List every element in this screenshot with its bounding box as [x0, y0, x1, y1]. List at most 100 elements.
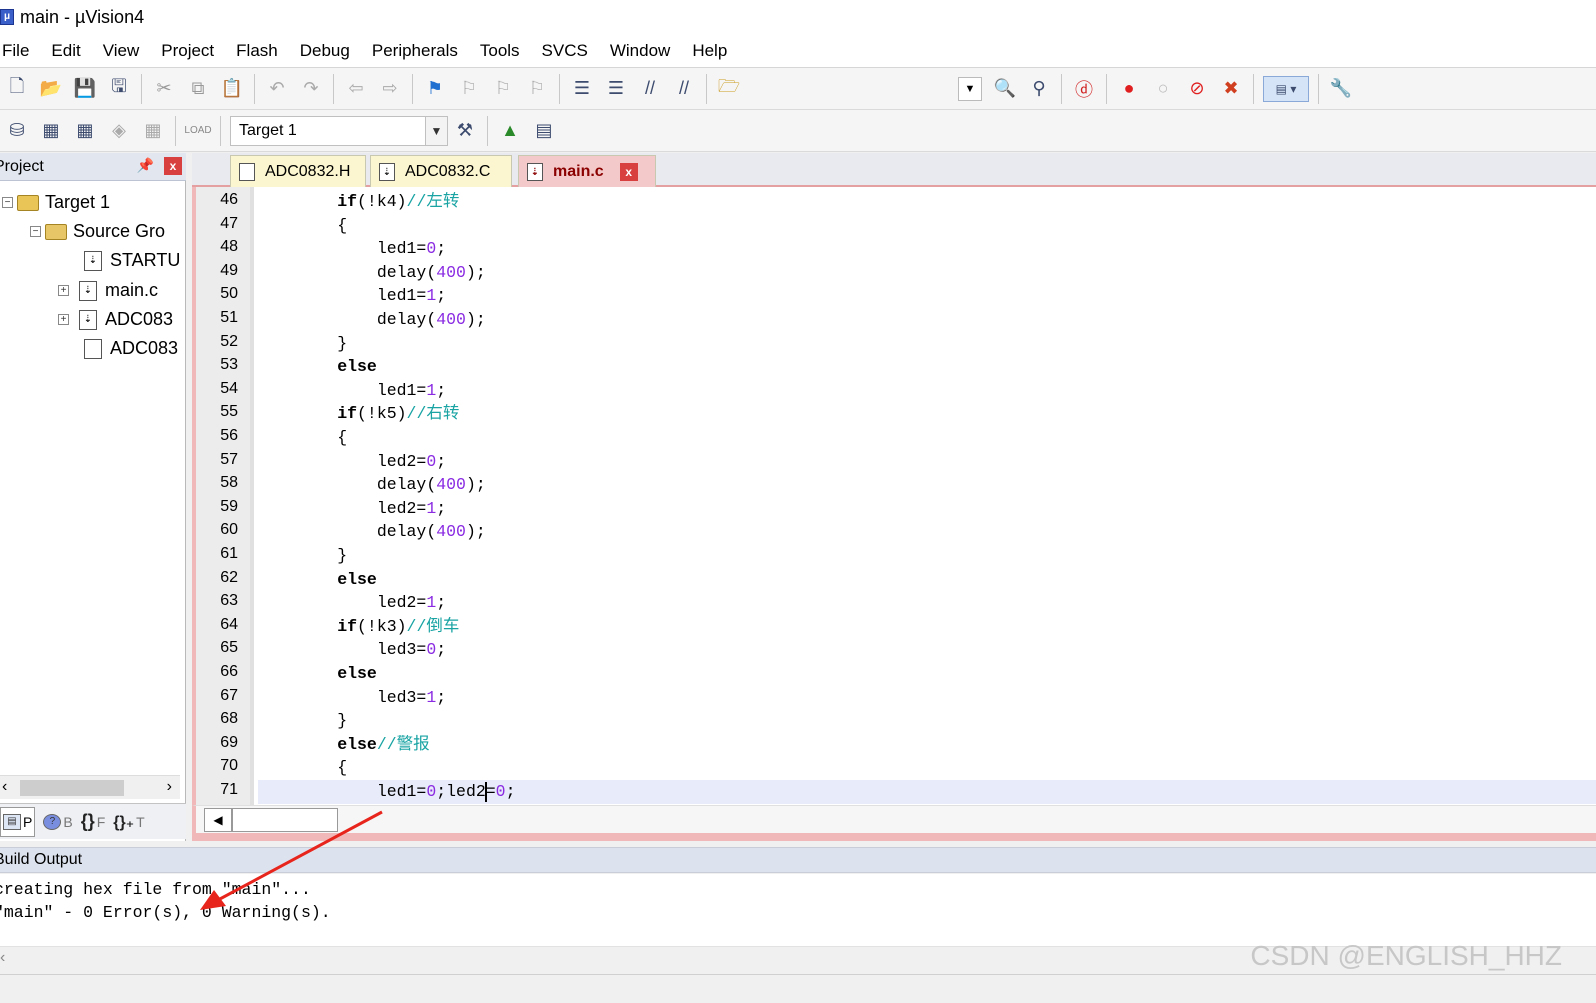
undo-icon[interactable]: ↶ [264, 76, 290, 102]
indent-icon[interactable]: ☰ [569, 76, 595, 102]
scroll-thumb[interactable] [20, 780, 124, 796]
pin-icon[interactable]: 📌 [137, 157, 154, 174]
manage-components-icon[interactable]: ▲ [497, 118, 523, 144]
menu-project[interactable]: Project [161, 41, 214, 61]
tab-books[interactable]: ? B [43, 813, 73, 830]
download-load-icon[interactable]: LOAD [184, 118, 211, 144]
rebuild-icon[interactable]: ▦ [72, 118, 98, 144]
toolbar-separator [175, 115, 176, 146]
toolbar-separator [1318, 73, 1319, 104]
menu-svcs[interactable]: SVCS [542, 41, 588, 61]
build-output-header: Build Output [0, 847, 1596, 873]
tab-adc0832-c[interactable]: ⇣ ADC0832.C [370, 155, 512, 187]
menu-file[interactable]: File [2, 41, 29, 61]
find-combo-dropdown[interactable]: ▼ [958, 76, 982, 101]
toolbar-separator [141, 73, 142, 104]
line-number: 62 [220, 569, 238, 586]
tab-project[interactable]: ▤ P [0, 806, 36, 837]
code-line: if(!k4)//左转 [337, 192, 460, 211]
project-horizontal-scrollbar[interactable]: ‹ › [0, 775, 180, 799]
kill-all-breakpoints-icon[interactable]: ✖ [1218, 76, 1244, 102]
code-editor[interactable]: 46 47 48 49 50 51 52 53 54 55 56 57 58 5… [192, 187, 1596, 805]
scroll-right-icon[interactable]: › [167, 778, 172, 796]
code-line: { [258, 428, 348, 447]
tree-item-adc0832-h[interactable]: ADC083 [84, 334, 178, 363]
tree-item-main-c[interactable]: + ⇣ main.c [58, 276, 158, 305]
tree-item-adc0832-c[interactable]: + ⇣ ADC083 [58, 305, 173, 334]
project-panel-tabs: ▤ P ? B {} F {}₊ T [0, 803, 186, 839]
debug-session-icon[interactable]: ⓓ [1071, 76, 1097, 102]
menu-peripherals[interactable]: Peripherals [372, 41, 458, 61]
build-output-line: creating hex file from "main"... [0, 880, 311, 899]
close-tab-icon[interactable]: x [619, 162, 638, 181]
redo-icon[interactable]: ↷ [298, 76, 324, 102]
menu-debug[interactable]: Debug [300, 41, 350, 61]
copy-icon[interactable]: ⧉ [185, 76, 211, 102]
bookmark-icon[interactable]: ⚑ [422, 76, 448, 102]
save-icon[interactable]: 💾 [72, 76, 98, 102]
code-line: else//警报 [337, 735, 430, 754]
uncomment-icon[interactable]: // [671, 76, 697, 102]
target-select-value: Target 1 [239, 121, 297, 139]
line-number: 54 [220, 380, 238, 397]
open-folder-icon[interactable]: 📂 [38, 76, 64, 102]
select-packs-icon[interactable]: ▤ [531, 118, 557, 144]
unindent-icon[interactable]: ☰ [603, 76, 629, 102]
window-layout-icon[interactable]: ▤ ▾ [1263, 75, 1309, 102]
navigate-back-icon[interactable]: ⇦ [343, 76, 369, 102]
line-number: 66 [220, 663, 238, 680]
code-line: } [258, 546, 348, 565]
tree-item-startup[interactable]: ⇣ STARTU [84, 246, 180, 275]
menu-view[interactable]: View [103, 41, 140, 61]
batch-build-icon[interactable]: ◈ [106, 118, 132, 144]
next-bookmark-icon[interactable]: ⚐ [490, 76, 516, 102]
expand-icon[interactable]: + [58, 314, 69, 325]
menu-tools[interactable]: Tools [480, 41, 520, 61]
menu-flash[interactable]: Flash [236, 41, 278, 61]
scroll-track[interactable] [232, 808, 338, 832]
comment-icon[interactable]: // [637, 76, 663, 102]
expand-icon[interactable]: + [58, 285, 69, 296]
line-number: 48 [220, 238, 238, 255]
scroll-left-icon[interactable]: ‹ [0, 949, 5, 967]
insert-breakpoint-icon[interactable]: ● [1116, 76, 1142, 102]
collapse-icon[interactable]: − [30, 226, 41, 237]
tab-adc0832-h[interactable]: ADC0832.H [230, 155, 366, 187]
line-number: 64 [220, 616, 238, 633]
find-icon[interactable]: 🔍 [992, 76, 1018, 102]
chevron-down-icon[interactable]: ▼ [425, 116, 447, 145]
prev-bookmark-icon[interactable]: ⚐ [456, 76, 482, 102]
save-all-icon[interactable]: 🖫 [106, 76, 132, 102]
new-file-icon[interactable]: 🗋 [4, 76, 30, 102]
tab-templates[interactable]: {}₊ T [113, 812, 144, 832]
target-select[interactable]: Target 1 ▼ [230, 115, 448, 146]
translate-icon[interactable]: ⛁ [4, 118, 30, 144]
configure-wrench-icon[interactable]: 🔧 [1328, 76, 1354, 102]
clear-bookmarks-icon[interactable]: ⚐ [524, 76, 550, 102]
scroll-left-icon[interactable]: ‹ [2, 778, 7, 796]
toolbar-separator [1061, 73, 1062, 104]
menu-window[interactable]: Window [610, 41, 670, 61]
disable-all-breakpoints-icon[interactable]: ⊘ [1184, 76, 1210, 102]
tree-item-target[interactable]: − Target 1 [2, 188, 110, 217]
menu-help[interactable]: Help [692, 41, 727, 61]
tab-functions[interactable]: {} F [81, 811, 106, 832]
cut-icon[interactable]: ✂ [151, 76, 177, 102]
menu-edit[interactable]: Edit [51, 41, 80, 61]
navigate-forward-icon[interactable]: ⇨ [377, 76, 403, 102]
stop-build-icon[interactable]: ▦ [140, 118, 166, 144]
disable-breakpoint-icon[interactable]: ○ [1150, 76, 1176, 102]
paste-icon[interactable]: 📋 [219, 76, 245, 102]
toolbar-separator [412, 73, 413, 104]
close-icon[interactable]: x [164, 157, 182, 175]
scroll-left-icon[interactable]: ◀ [204, 808, 232, 832]
code-area[interactable]: if(!k4)//左转 { led1=0; delay(400); led1=1… [258, 187, 1596, 805]
collapse-icon[interactable]: − [2, 197, 13, 208]
editor-horizontal-scrollbar[interactable]: ◀ [192, 805, 1596, 833]
target-options-icon[interactable]: ⚒ [452, 118, 478, 144]
find-in-files-icon[interactable]: 🗁 [716, 76, 742, 102]
build-icon[interactable]: ▦ [38, 118, 64, 144]
tree-item-source-group[interactable]: − Source Gro [30, 217, 165, 246]
incremental-find-icon[interactable]: ⚲ [1026, 76, 1052, 102]
tab-main-c[interactable]: ⇣ main.c x [518, 155, 656, 187]
